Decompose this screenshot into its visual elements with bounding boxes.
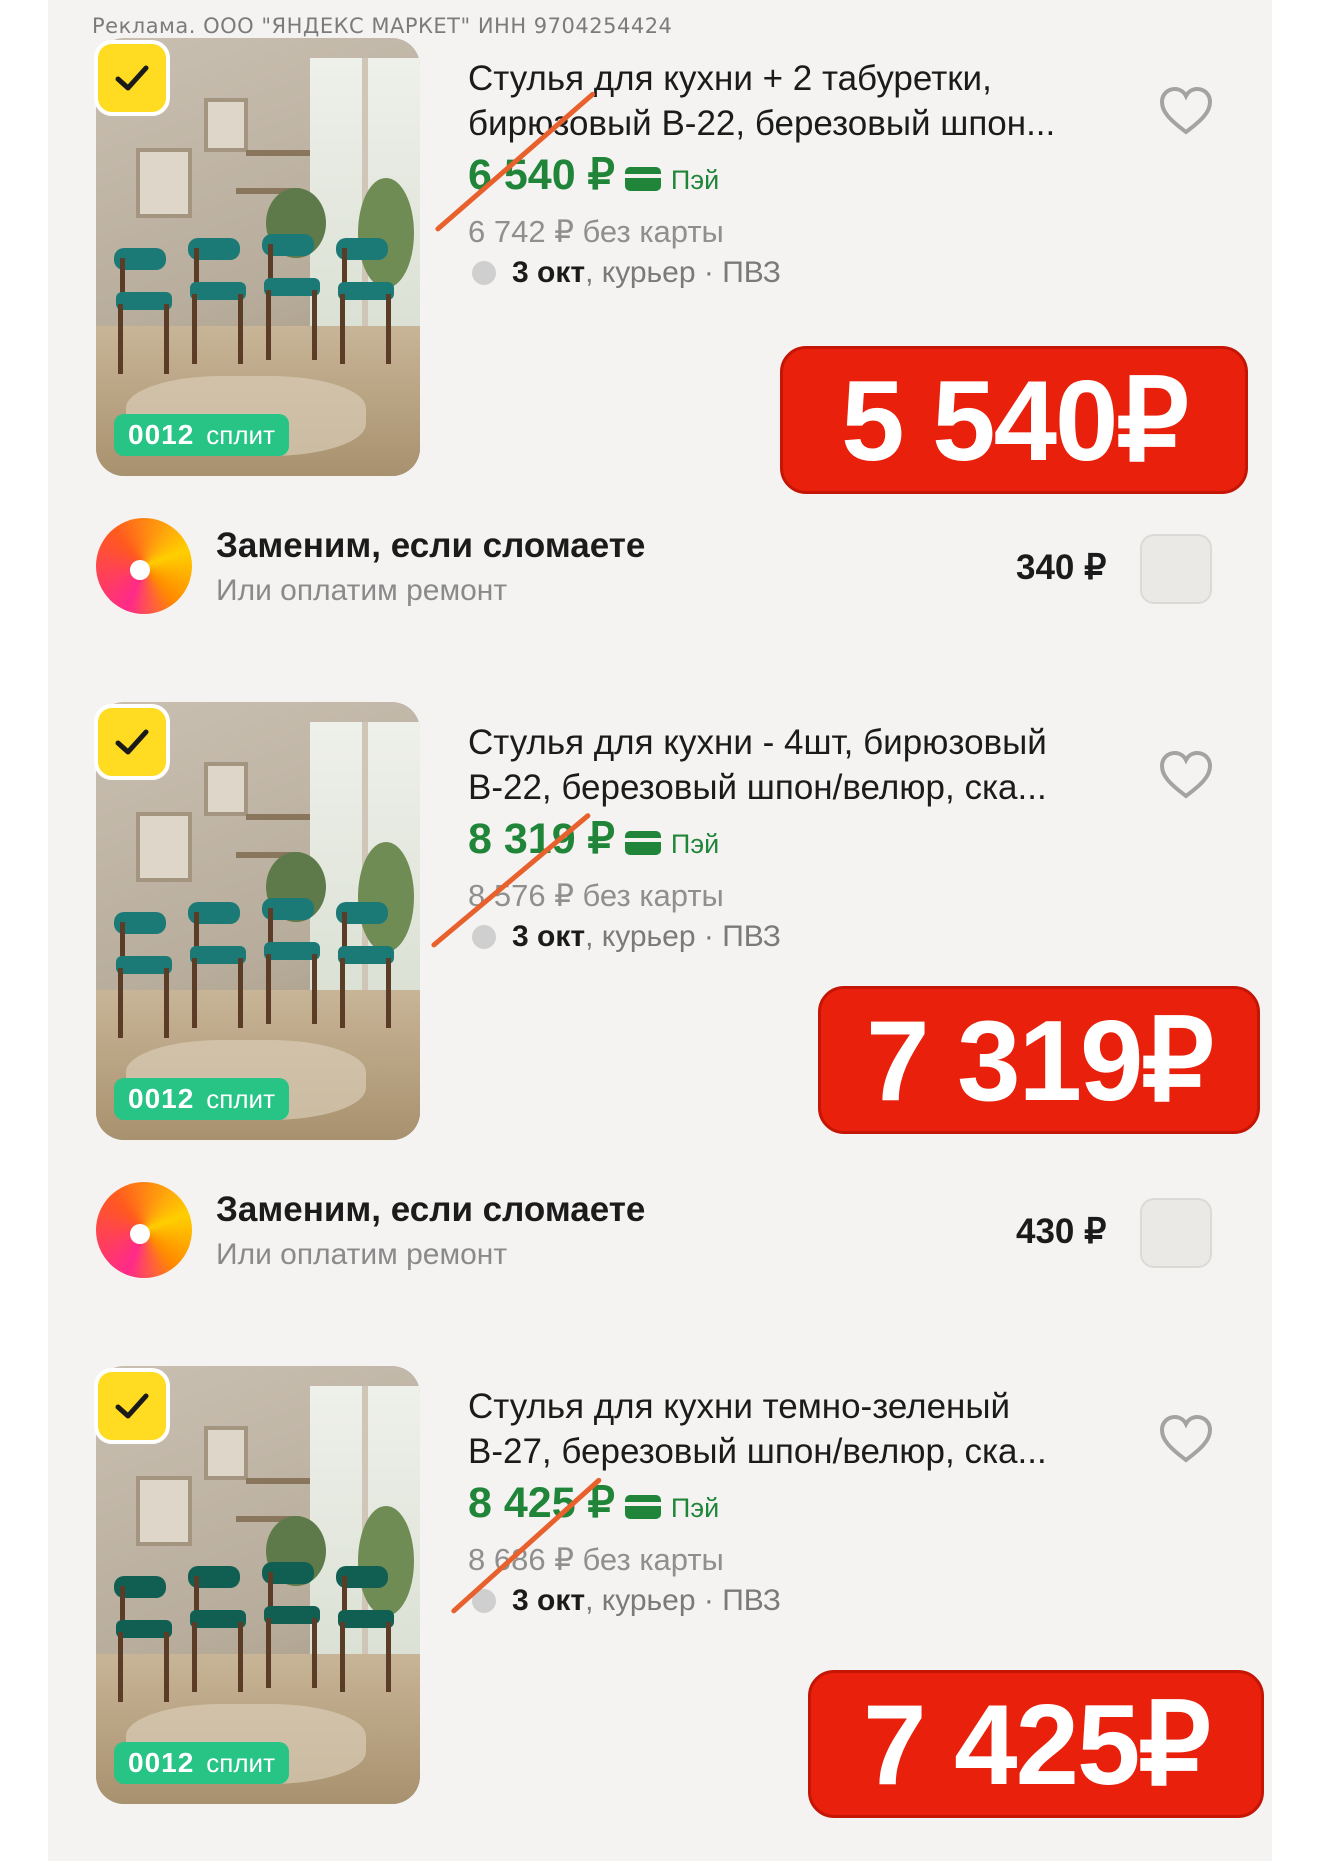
card-icon bbox=[624, 831, 661, 855]
heart-icon[interactable] bbox=[1158, 750, 1214, 800]
checkmark-icon bbox=[115, 65, 149, 91]
promo-price-badge: 7 319₽ bbox=[818, 986, 1260, 1134]
split-badge: 0012 сплит bbox=[114, 1078, 289, 1120]
promo-price-badge: 5 540₽ bbox=[780, 346, 1248, 494]
card-icon bbox=[624, 167, 661, 191]
insurance-option[interactable]: Заменим, если сломаете Или оплатим ремон… bbox=[0, 518, 1320, 628]
product-card[interactable]: 0012 сплит Стулья для кухни темно-зеленый… bbox=[0, 1366, 1320, 1856]
split-badge: 0012 сплит bbox=[114, 414, 289, 456]
product-title[interactable]: Стулья для кухни темно-зеленый В-27, бер… bbox=[468, 1384, 1148, 1474]
selected-checkbox[interactable] bbox=[94, 1368, 170, 1444]
card-icon bbox=[624, 1495, 661, 1519]
card-price-row: 6 540 ₽ Пэй bbox=[468, 151, 720, 199]
delivery-info: 3 окт, курьер · ПВЗ bbox=[472, 1584, 781, 1618]
insurance-option[interactable]: Заменим, если сломаете Или оплатим ремон… bbox=[0, 1182, 1320, 1292]
split-badge: 0012 сплит bbox=[114, 1742, 289, 1784]
service-logo-icon bbox=[96, 1182, 192, 1278]
status-dot-icon bbox=[472, 925, 496, 949]
product-card[interactable]: 0012 сплит Стулья для кухни + 2 табуретки… bbox=[0, 38, 1320, 528]
product-card[interactable]: 0012 сплит Стулья для кухни - 4шт, бирюзо… bbox=[0, 702, 1320, 1192]
ad-disclaimer: Реклама. ООО "ЯНДЕКС МАРКЕТ" ИНН 9704254… bbox=[92, 14, 673, 38]
delivery-info: 3 окт, курьер · ПВЗ bbox=[472, 920, 781, 954]
promo-price-badge: 7 425₽ bbox=[808, 1670, 1264, 1818]
checkmark-icon bbox=[115, 1393, 149, 1419]
heart-icon[interactable] bbox=[1158, 1414, 1214, 1464]
service-checkbox[interactable] bbox=[1140, 534, 1212, 604]
service-logo-icon bbox=[96, 518, 192, 614]
heart-icon[interactable] bbox=[1158, 86, 1214, 136]
service-price: 430 ₽ bbox=[1016, 1212, 1107, 1251]
delivery-info: 3 окт, курьер · ПВЗ bbox=[472, 256, 781, 290]
service-checkbox[interactable] bbox=[1140, 1198, 1212, 1268]
price-without-card: 6 742 ₽ без карты bbox=[468, 214, 724, 249]
product-title[interactable]: Стулья для кухни + 2 табуретки, бирюзовы… bbox=[468, 56, 1148, 146]
card-price: 6 540 ₽ bbox=[468, 151, 615, 199]
checkmark-icon bbox=[115, 729, 149, 755]
product-title[interactable]: Стулья для кухни - 4шт, бирюзовый В-22, … bbox=[468, 720, 1148, 810]
status-dot-icon bbox=[472, 261, 496, 285]
selected-checkbox[interactable] bbox=[94, 40, 170, 116]
selected-checkbox[interactable] bbox=[94, 704, 170, 780]
service-price: 340 ₽ bbox=[1016, 548, 1107, 587]
card-price-row: 8 319 ₽ Пэй bbox=[468, 815, 720, 863]
